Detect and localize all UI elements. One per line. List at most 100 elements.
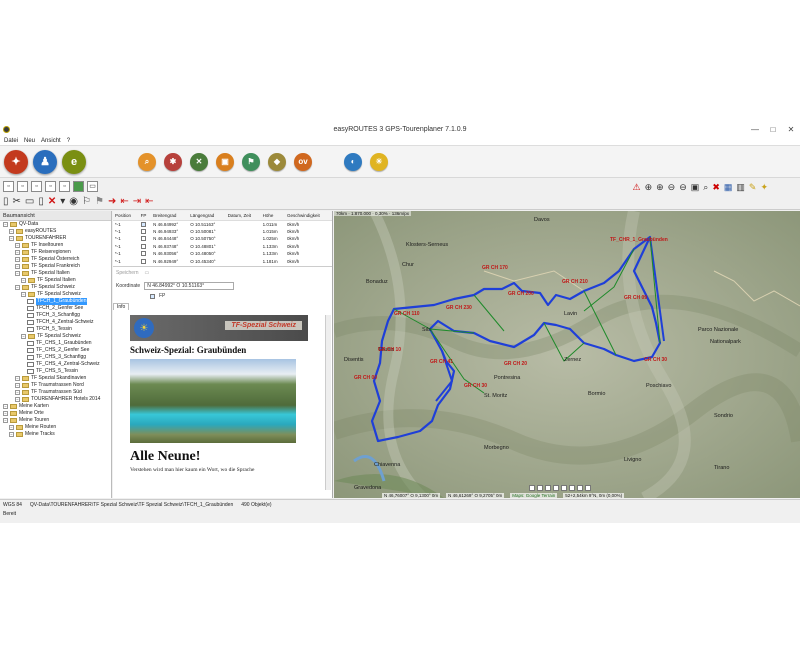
tag-icon[interactable]: ◆ — [268, 152, 286, 171]
column-header[interactable]: Höhe — [260, 211, 285, 221]
save-button[interactable]: Speichern — [116, 270, 139, 276]
column-header[interactable]: Breitengrad — [151, 211, 189, 221]
map-tool-6[interactable] — [569, 485, 575, 491]
tree-folder-item[interactable]: − TF Spezial Schweiz — [0, 333, 111, 340]
waypoint-label[interactable]: GR CH 20 — [504, 361, 527, 367]
expand-toggle-icon[interactable]: − — [3, 418, 8, 423]
expand-toggle-icon[interactable]: − — [15, 257, 20, 262]
tree-route-item[interactable]: TFCH_4_Zentral-Schweiz — [0, 319, 111, 326]
column-header[interactable]: Geschwindigkeit — [284, 211, 332, 221]
minimize-button[interactable]: — — [746, 123, 764, 136]
tree-route-item[interactable]: TFCH_5_Tessin — [0, 326, 111, 333]
move-right-icon[interactable]: ➜ — [108, 196, 116, 208]
layout-icon[interactable]: ▦ — [724, 182, 733, 193]
map-tool-3[interactable] — [545, 485, 551, 491]
tree-route-item[interactable]: TF_CHS_3_Schanfigg — [0, 354, 111, 361]
expand-toggle-icon[interactable]: − — [15, 285, 20, 290]
new-folder-icon[interactable]: ▫ — [17, 180, 28, 192]
move-last-icon[interactable]: ⇤ — [145, 196, 153, 208]
table-row[interactable]: *-1 N 46.92949° O 10.45340° 1.181m 0km/h — [113, 258, 332, 266]
waypoint-label[interactable]: GR CH 170 — [482, 265, 508, 271]
hiker-icon[interactable]: ♟ — [33, 149, 57, 174]
find-icon[interactable]: ⌕ — [703, 182, 708, 193]
zoom-icon[interactable]: ⊕ — [656, 182, 664, 193]
flag-outline-icon[interactable]: ⚐ — [82, 196, 91, 208]
expand-toggle-icon[interactable]: − — [15, 390, 20, 395]
move-first-icon[interactable]: ⇥ — [133, 196, 141, 208]
table-row[interactable]: *-1 N 46.93748° O 10.48801° 1.133m 0km/h — [113, 243, 332, 251]
expand-toggle-icon[interactable]: − — [3, 411, 8, 416]
fp-row-checkbox[interactable] — [140, 221, 146, 227]
flag-gray-icon[interactable]: ⚑ — [95, 196, 104, 208]
globe-icon[interactable]: ◐ — [344, 152, 362, 171]
tree-folder-item[interactable]: − Meine Orte — [0, 410, 111, 417]
tree-route-item[interactable]: TF_CHS_5_Tessin — [0, 368, 111, 375]
tree-folder-item[interactable]: − Meine Routen — [0, 424, 111, 431]
tree-route-item[interactable]: TFCH_2_Genfer See — [0, 305, 111, 312]
tree-folder-item[interactable]: − TF Traumstrassen Nord — [0, 382, 111, 389]
new-file-icon[interactable]: ▫ — [3, 180, 14, 192]
tv-icon[interactable]: ▣ — [216, 152, 234, 171]
menu-neu[interactable]: Neu — [24, 136, 35, 145]
import-icon[interactable] — [73, 180, 84, 192]
expand-toggle-icon[interactable]: − — [15, 397, 20, 402]
flag-icon[interactable]: ⚑ — [242, 152, 260, 171]
menu-datei[interactable]: Datei — [4, 136, 18, 145]
tree-route-item[interactable]: TF_CHS_2_Genfer See — [0, 347, 111, 354]
menu-ansicht[interactable]: Ansicht — [41, 136, 61, 145]
tree-folder-item[interactable]: − TF Spezial Österreich — [0, 256, 111, 263]
table-row[interactable]: *-1 N 46.84448° O 10.50750° 1.025m 0km/h — [113, 235, 332, 243]
settings-icon[interactable]: ✎ — [749, 182, 757, 193]
dropdown-icon[interactable]: ▾ — [60, 196, 65, 208]
waypoint-label[interactable]: GR CH 00 — [354, 375, 377, 381]
tree-folder-item[interactable]: − TF Spezial Skandinavien — [0, 375, 111, 382]
table-row[interactable]: *-1 N 46.93056° O 10.48050° 1.133m 0km/h — [113, 250, 332, 258]
map-tool-8[interactable] — [585, 485, 591, 491]
menu-help[interactable]: ? — [67, 136, 70, 145]
expand-toggle-icon[interactable]: − — [15, 271, 20, 276]
tab-info[interactable]: Info — [113, 303, 130, 310]
column-header[interactable]: Position — [113, 211, 139, 221]
tree-folder-item[interactable]: − TF Spezial Frankreich — [0, 263, 111, 270]
tree-folder-item[interactable]: − TF Traumstrassen Süd — [0, 389, 111, 396]
zoom-in-icon[interactable]: ⊕ — [645, 182, 653, 193]
expand-toggle-icon[interactable]: − — [3, 222, 8, 227]
map-tool-4[interactable] — [553, 485, 559, 491]
maximize-button[interactable]: □ — [764, 123, 782, 136]
paste-icon[interactable]: ▯ — [38, 196, 44, 208]
expand-toggle-icon[interactable]: − — [9, 432, 14, 437]
cut-icon[interactable]: ✂ — [13, 196, 21, 208]
tree-folder-item[interactable]: − TF Spezial Schweiz — [0, 284, 111, 291]
tree-folder-item[interactable]: − Meine Touren — [0, 417, 111, 424]
expand-toggle-icon[interactable]: − — [15, 383, 20, 388]
copy-icon[interactable]: ▭ — [25, 196, 34, 208]
close-button[interactable]: ✕ — [782, 123, 800, 136]
move-left-icon[interactable]: ⇤ — [120, 196, 128, 208]
expand-toggle-icon[interactable]: − — [3, 404, 8, 409]
expand-toggle-icon[interactable]: − — [9, 425, 14, 430]
column-header[interactable]: FP — [138, 211, 152, 221]
new-tour-icon[interactable]: ▫ — [59, 180, 70, 192]
column-header[interactable]: Datum, Zeit — [225, 211, 261, 221]
tools-icon[interactable]: ✕ — [190, 152, 208, 171]
tree-folder-item[interactable]: − TF Spezial Italien — [0, 277, 111, 284]
fp-row-checkbox[interactable] — [140, 258, 146, 264]
delete-x-icon[interactable]: ✕ — [48, 196, 56, 208]
delete-icon[interactable]: ✖ — [712, 182, 720, 193]
poi-icon[interactable]: ✱ — [164, 152, 182, 171]
waypoint-label[interactable]: GR CH 09 — [624, 295, 647, 301]
page-icon[interactable]: ▯ — [3, 196, 9, 208]
expand-toggle-icon[interactable]: − — [15, 250, 20, 255]
zoom-box-icon[interactable]: ▣ — [691, 182, 700, 193]
expand-toggle-icon[interactable]: − — [21, 278, 26, 283]
search-icon[interactable]: ⌕ — [138, 152, 156, 171]
fp-row-checkbox[interactable] — [140, 243, 146, 249]
ov-icon[interactable]: ov — [294, 152, 312, 171]
expand-toggle-icon[interactable]: − — [9, 229, 14, 234]
zoom-out-icon[interactable]: ⊖ — [668, 182, 676, 193]
map-tool-5[interactable] — [561, 485, 567, 491]
map-tool-1[interactable] — [529, 485, 535, 491]
map-view[interactable]: Klosters-Serneus Chur Bonaduz Davos Thusis Si… — [334, 211, 800, 498]
warning-icon[interactable]: ⚠ — [633, 182, 641, 193]
new-route-icon[interactable]: ▫ — [31, 180, 42, 192]
